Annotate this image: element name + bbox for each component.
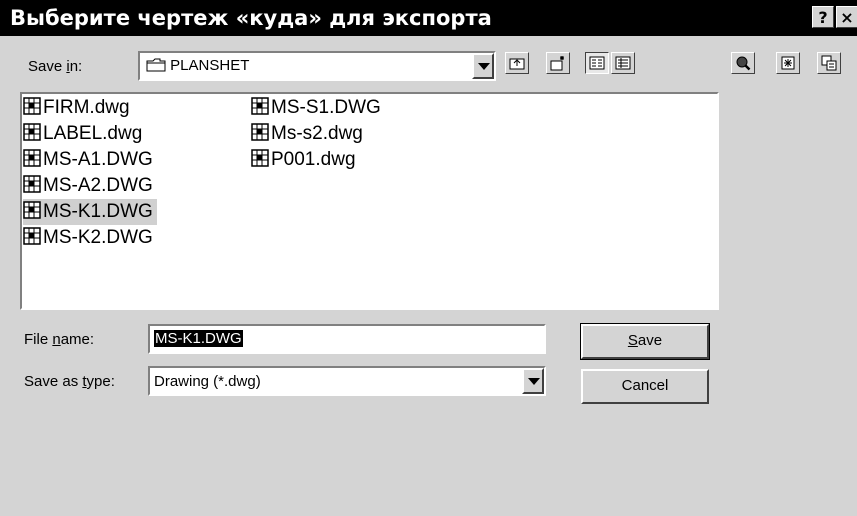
dwg-file-icon xyxy=(251,97,269,116)
file-item[interactable]: MS-K2.DWG xyxy=(23,225,157,251)
find-file-icon xyxy=(736,56,751,71)
dwg-file-icon xyxy=(251,149,269,168)
dwg-file-icon xyxy=(23,97,41,116)
details-view-icon xyxy=(615,56,631,70)
save-as-type-dropdown-arrow[interactable] xyxy=(522,368,544,394)
new-folder-icon xyxy=(550,56,564,71)
file-item[interactable]: MS-S1.DWG xyxy=(251,95,385,121)
save-as-type-value: Drawing (*.dwg) xyxy=(154,373,261,390)
up-folder-icon xyxy=(509,58,525,70)
create-new-folder-button[interactable] xyxy=(546,52,570,74)
dwg-file-icon xyxy=(23,227,41,246)
dwg-file-icon xyxy=(23,123,41,142)
file-item-selected[interactable]: MS-K1.DWG xyxy=(23,199,157,225)
close-button[interactable]: × xyxy=(836,6,857,28)
file-name-input[interactable]: MS-K1.DWG xyxy=(148,324,546,354)
file-item[interactable]: Ms-s2.dwg xyxy=(251,121,367,147)
save-button[interactable]: Save xyxy=(580,323,710,360)
list-view-icon xyxy=(589,56,605,70)
help-button[interactable]: ? xyxy=(812,6,834,28)
locate-icon xyxy=(781,56,795,70)
cancel-button[interactable]: Cancel xyxy=(581,369,709,404)
partial-open-button[interactable] xyxy=(817,52,841,74)
dwg-file-icon xyxy=(23,201,41,220)
partial-open-icon xyxy=(821,55,837,71)
dialog-title: Выберите чертеж «куда» для экспорта xyxy=(10,6,492,30)
file-item[interactable]: MS-A2.DWG xyxy=(23,173,157,199)
title-bar: Выберите чертеж «куда» для экспорта ? × xyxy=(0,0,857,36)
dwg-file-icon xyxy=(23,149,41,168)
file-item[interactable]: P001.dwg xyxy=(251,147,360,173)
find-file-button[interactable] xyxy=(731,52,755,74)
save-as-type-dropdown[interactable]: Drawing (*.dwg) xyxy=(148,366,546,396)
file-item[interactable]: FIRM.dwg xyxy=(23,95,134,121)
file-name-value: MS-K1.DWG xyxy=(154,330,243,347)
list-view-button[interactable] xyxy=(585,52,609,74)
save-as-type-label: Save as type: xyxy=(24,373,115,390)
save-in-dropdown[interactable]: PLANSHET xyxy=(138,51,496,81)
file-item[interactable]: MS-A1.DWG xyxy=(23,147,157,173)
locate-button[interactable] xyxy=(776,52,800,74)
dwg-file-icon xyxy=(251,123,269,142)
details-view-button[interactable] xyxy=(611,52,635,74)
dwg-file-icon xyxy=(23,175,41,194)
up-one-level-button[interactable] xyxy=(505,52,529,74)
save-in-label: Save in: xyxy=(28,58,83,75)
file-item[interactable]: LABEL.dwg xyxy=(23,121,146,147)
folder-icon xyxy=(146,58,166,72)
file-name-label: File name: xyxy=(24,331,95,348)
save-in-dropdown-arrow[interactable] xyxy=(472,53,494,79)
save-in-value: PLANSHET xyxy=(170,57,250,74)
file-list[interactable]: FIRM.dwg LABEL.dwg MS-A1.DWG MS-A2.DWG M… xyxy=(20,92,719,310)
